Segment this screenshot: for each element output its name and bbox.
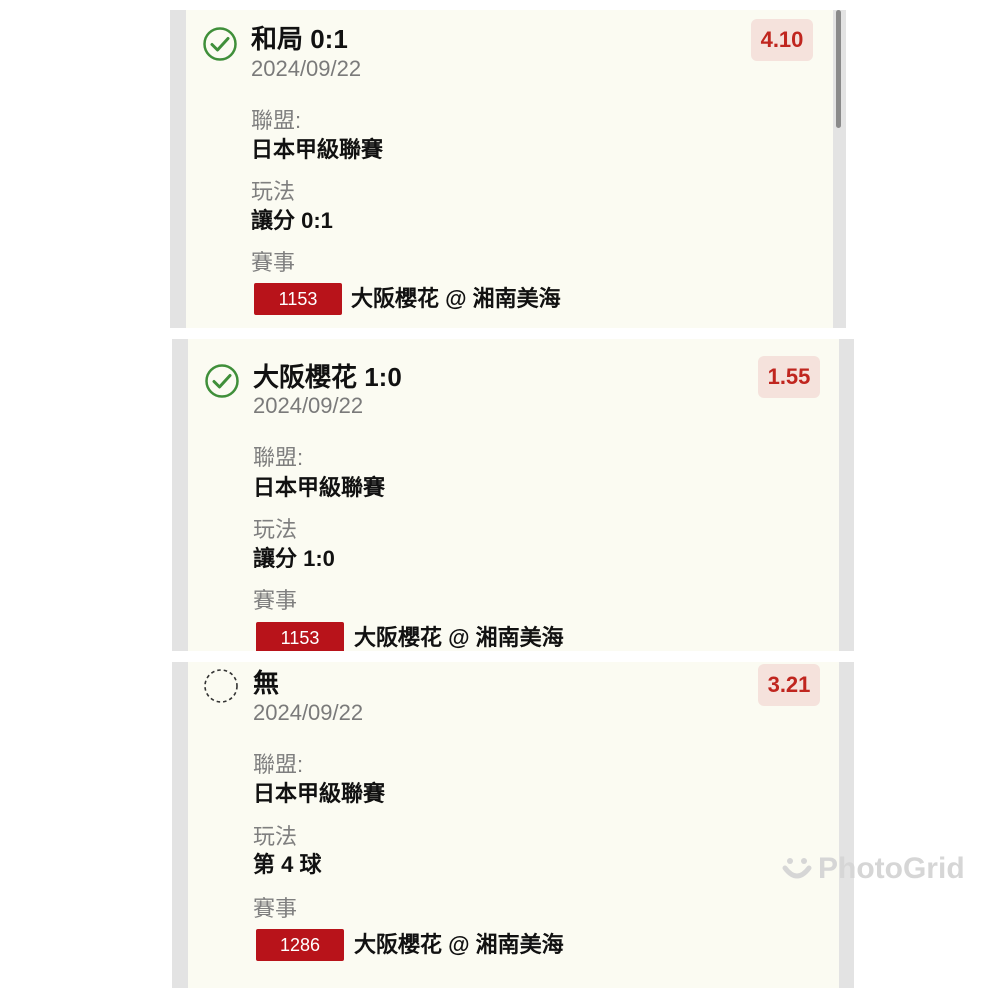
match-label: 賽事 bbox=[251, 250, 296, 275]
match-id-badge: 1286 bbox=[256, 929, 344, 961]
league-label: 聯盟: bbox=[251, 108, 302, 133]
odds-badge: 3.21 bbox=[758, 664, 820, 706]
play-type-value: 讓分 1:0 bbox=[253, 546, 335, 571]
league-value: 日本甲級聯賽 bbox=[253, 781, 386, 806]
photogrid-logo-icon bbox=[782, 858, 812, 879]
play-type-label: 玩法 bbox=[253, 517, 298, 542]
league-label: 聯盟: bbox=[253, 752, 304, 777]
watermark-text: PhotoGrid bbox=[818, 852, 965, 885]
bet-panel-1: 和局 0:1 2024/09/22 4.10 聯盟: 日本甲級聯賽 玩法 讓分 … bbox=[170, 10, 846, 328]
bet-date: 2024/09/22 bbox=[251, 56, 362, 81]
match-id-badge: 1153 bbox=[256, 622, 344, 651]
odds-badge: 1.55 bbox=[758, 356, 820, 398]
match-teams: 大阪櫻花 @ 湘南美海 bbox=[351, 286, 561, 311]
odds-badge: 4.10 bbox=[751, 19, 813, 61]
match-label: 賽事 bbox=[253, 588, 298, 613]
league-value: 日本甲級聯賽 bbox=[253, 475, 386, 500]
dashed-circle-icon bbox=[204, 669, 238, 703]
bet-date: 2024/09/22 bbox=[253, 393, 364, 418]
match-teams: 大阪櫻花 @ 湘南美海 bbox=[354, 625, 564, 650]
play-type-label: 玩法 bbox=[253, 824, 298, 849]
match-id-badge: 1153 bbox=[254, 283, 342, 315]
bet-selection-title: 和局 0:1 bbox=[251, 24, 348, 54]
photogrid-watermark: PhotoGrid bbox=[782, 852, 965, 886]
check-circle-icon bbox=[205, 364, 239, 398]
league-value: 日本甲級聯賽 bbox=[251, 137, 384, 162]
scrollbar-thumb[interactable] bbox=[836, 10, 841, 128]
bet-panel-2: 大阪櫻花 1:0 2024/09/22 1.55 聯盟: 日本甲級聯賽 玩法 讓… bbox=[172, 339, 854, 651]
bet-selection-title: 大阪櫻花 1:0 bbox=[253, 362, 402, 392]
play-type-label: 玩法 bbox=[251, 179, 296, 204]
match-teams: 大阪櫻花 @ 湘南美海 bbox=[354, 932, 564, 957]
match-label: 賽事 bbox=[253, 896, 298, 921]
league-label: 聯盟: bbox=[253, 445, 304, 470]
play-type-value: 讓分 0:1 bbox=[251, 208, 333, 233]
bet-selection-title: 無 bbox=[253, 668, 280, 698]
check-circle-icon bbox=[203, 27, 237, 61]
bet-panel-3: 無 2024/09/22 3.21 聯盟: 日本甲級聯賽 玩法 第 4 球 賽事… bbox=[172, 662, 854, 988]
bet-date: 2024/09/22 bbox=[253, 700, 364, 725]
play-type-value: 第 4 球 bbox=[253, 852, 322, 877]
